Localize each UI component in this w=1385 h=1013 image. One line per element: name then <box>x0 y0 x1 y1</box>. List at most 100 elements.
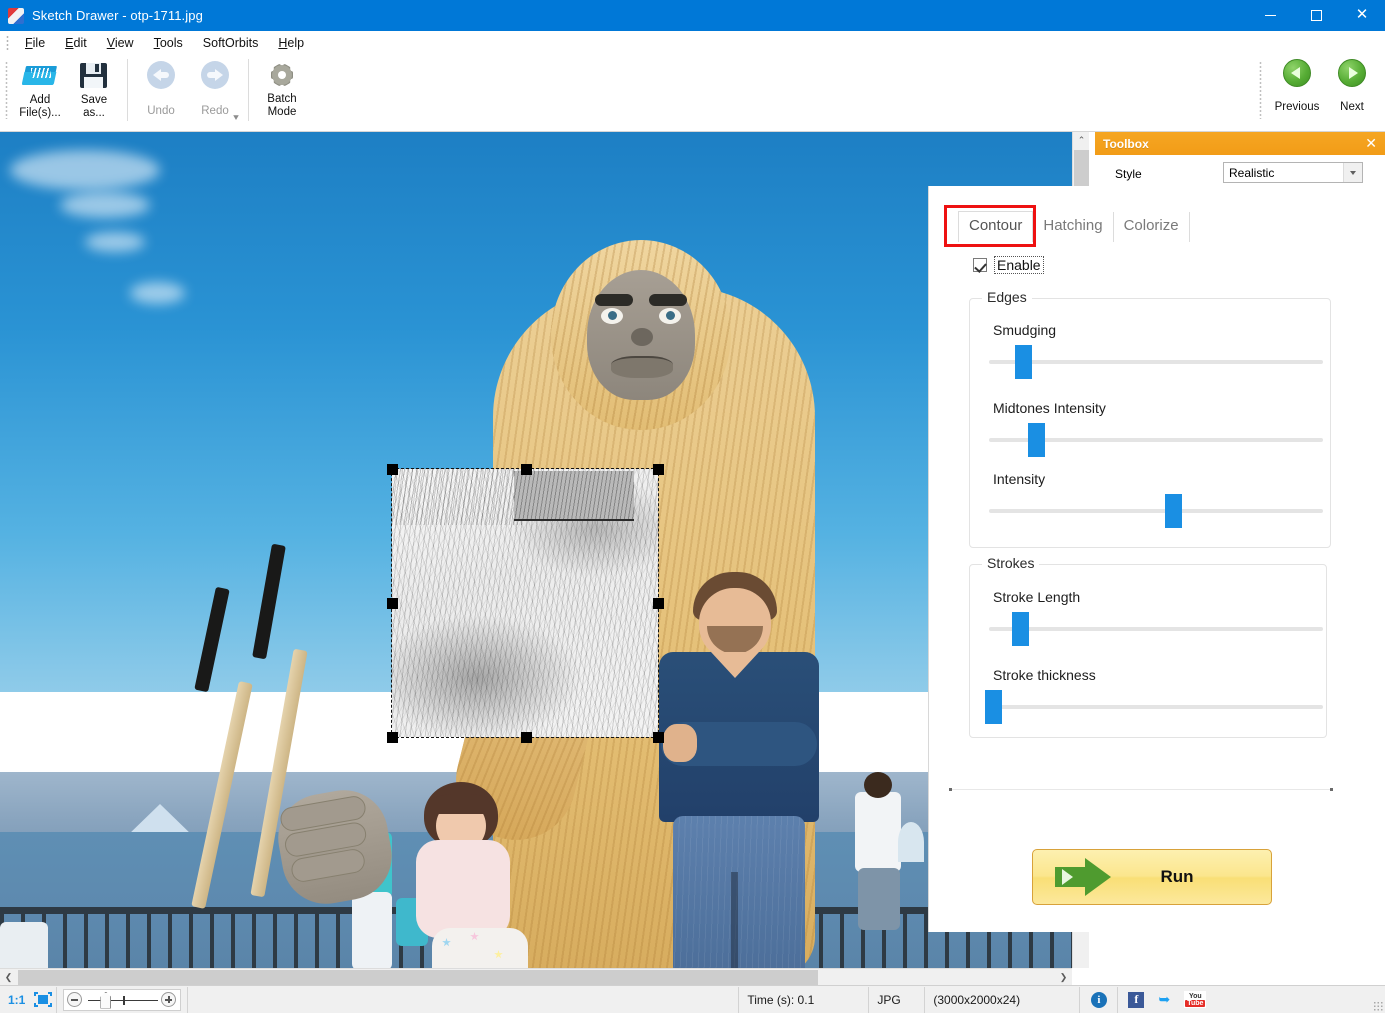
image-canvas[interactable] <box>0 132 1072 968</box>
fit-to-window-icon[interactable] <box>34 992 52 1007</box>
selection-handle-middle-left[interactable] <box>387 598 398 609</box>
floppy-disk-save-icon <box>77 59 111 91</box>
toolbox-panel: Contour Hatching Colorize Enable Edges S… <box>928 186 1385 932</box>
smudging-slider-track[interactable] <box>989 360 1323 364</box>
youtube-icon[interactable]: You Tube <box>1184 991 1206 1008</box>
toolbar-expand-caret-icon[interactable]: ⯆ <box>232 113 240 124</box>
format-label: JPG <box>877 993 900 1007</box>
background-umbrella <box>898 822 924 862</box>
close-icon: ✕ <box>1356 7 1369 22</box>
zoom-slider-cell[interactable] <box>56 987 188 1013</box>
enable-checkbox[interactable] <box>973 258 987 272</box>
separator-dot-right <box>1330 788 1333 791</box>
menu-view[interactable]: View <box>97 33 144 53</box>
menu-tools[interactable]: Tools <box>144 33 193 53</box>
sketch-preview-selection[interactable] <box>392 469 658 737</box>
info-icon[interactable]: i <box>1091 992 1107 1008</box>
selection-handle-middle-right[interactable] <box>653 598 664 609</box>
scroll-up-icon[interactable]: ⌃ <box>1073 132 1090 149</box>
status-bar: 1:1 Time (s): 0.1 JPG (3000x2000x24) i <box>0 985 1385 1013</box>
undo-button[interactable]: Undo <box>134 55 188 118</box>
enable-checkbox-row[interactable]: Enable <box>973 256 1044 274</box>
selection-handle-top-left[interactable] <box>387 464 398 475</box>
menu-file[interactable]: FFileile <box>15 33 55 53</box>
previous-button[interactable]: Previous <box>1267 55 1327 114</box>
zoom-slider-thumb[interactable] <box>100 992 111 1009</box>
run-button-label: Run <box>1111 867 1243 887</box>
scroll-right-icon[interactable]: ❯ <box>1055 969 1072 986</box>
intensity-slider-thumb[interactable] <box>1165 494 1182 528</box>
style-label: Style <box>1115 167 1142 181</box>
twitter-icon[interactable]: ➥ <box>1155 992 1173 1008</box>
info-cell[interactable]: i <box>1080 987 1118 1013</box>
zoom-out-button[interactable] <box>67 992 82 1007</box>
toolbar-grip-handle[interactable] <box>5 61 8 119</box>
next-button[interactable]: Next <box>1327 55 1377 114</box>
midtones-intensity-slider-thumb[interactable] <box>1028 423 1045 457</box>
cloud-2 <box>60 192 150 218</box>
undo-arrow-icon <box>147 61 175 89</box>
smudging-label: Smudging <box>993 322 1056 338</box>
title-bar: Sketch Drawer - otp-1711.jpg ✕ <box>0 0 1385 31</box>
next-label: Next <box>1340 101 1364 113</box>
zoom-ratio-label: 1:1 <box>8 993 25 1007</box>
window-resize-grip[interactable] <box>1373 1001 1383 1011</box>
toolbar-nav-group: Previous Next <box>1254 55 1377 132</box>
redo-button[interactable]: Redo <box>188 55 242 118</box>
horizontal-scroll-thumb[interactable] <box>18 970 818 985</box>
minimize-button[interactable] <box>1247 0 1293 31</box>
background-person-teal-legs <box>352 892 392 968</box>
toolbar: Add File(s)... Save as... Undo Redo Batc… <box>0 55 1385 132</box>
toolbox-separator <box>950 789 1332 790</box>
girl-leggings <box>432 928 528 968</box>
background-person-right-shorts <box>858 868 900 930</box>
separator-dot-left <box>949 788 952 791</box>
stroke-thickness-slider-track[interactable] <box>989 705 1323 709</box>
youtube-line-1: You <box>1189 993 1202 1000</box>
tab-colorize[interactable]: Colorize <box>1114 212 1190 242</box>
selection-handle-top-right[interactable] <box>653 464 664 475</box>
style-dropdown[interactable]: Realistic <box>1223 162 1363 183</box>
save-as-button[interactable]: Save as... <box>67 55 121 120</box>
canvas-horizontal-scrollbar[interactable]: ❮ ❯ <box>0 968 1072 985</box>
maximize-button[interactable] <box>1293 0 1339 31</box>
zoom-slider[interactable] <box>63 989 181 1011</box>
menu-grip-handle[interactable] <box>6 35 9 51</box>
window-title: Sketch Drawer - otp-1711.jpg <box>32 8 203 23</box>
toolbar-separator-2 <box>248 59 249 121</box>
smudging-slider-thumb[interactable] <box>1015 345 1032 379</box>
intensity-slider-track[interactable] <box>989 509 1323 513</box>
tab-hatching[interactable]: Hatching <box>1033 212 1113 242</box>
menu-help[interactable]: Help <box>268 33 314 53</box>
selection-handle-top-center[interactable] <box>521 464 532 475</box>
stroke-length-label: Stroke Length <box>993 589 1080 605</box>
cloud-1 <box>10 150 160 190</box>
facebook-icon[interactable]: f <box>1128 992 1144 1008</box>
yeti-head <box>551 240 731 430</box>
batch-mode-button[interactable]: Batch Mode <box>255 55 309 119</box>
zoom-in-button[interactable] <box>161 992 176 1007</box>
strokes-group-title: Strokes <box>982 555 1039 571</box>
stroke-thickness-slider-thumb[interactable] <box>985 690 1002 724</box>
add-files-icon <box>23 59 57 91</box>
selection-handle-bottom-right[interactable] <box>653 732 664 743</box>
window-controls: ✕ <box>1247 0 1385 31</box>
photo-image <box>0 132 1072 968</box>
man-person <box>655 572 830 968</box>
background-person-right-head <box>864 772 892 798</box>
menu-edit[interactable]: Edit <box>55 33 97 53</box>
zoom-ratio-cell[interactable]: 1:1 <box>0 987 56 1013</box>
menu-softorbits[interactable]: SoftOrbits <box>193 33 269 53</box>
scroll-left-icon[interactable]: ❮ <box>0 969 17 986</box>
stroke-length-slider-thumb[interactable] <box>1012 612 1029 646</box>
toolbox-close-icon[interactable]: ✕ <box>1365 135 1377 151</box>
selection-handle-bottom-center[interactable] <box>521 732 532 743</box>
stroke-length-slider-track[interactable] <box>989 627 1323 631</box>
close-button[interactable]: ✕ <box>1339 0 1385 31</box>
selection-handle-bottom-left[interactable] <box>387 732 398 743</box>
chevron-down-icon[interactable] <box>1343 163 1362 182</box>
status-spacer-cell <box>188 987 739 1013</box>
batch-mode-label-2: Mode <box>268 106 297 118</box>
run-button[interactable]: Run <box>1032 849 1272 905</box>
add-files-button[interactable]: Add File(s)... <box>13 55 67 120</box>
